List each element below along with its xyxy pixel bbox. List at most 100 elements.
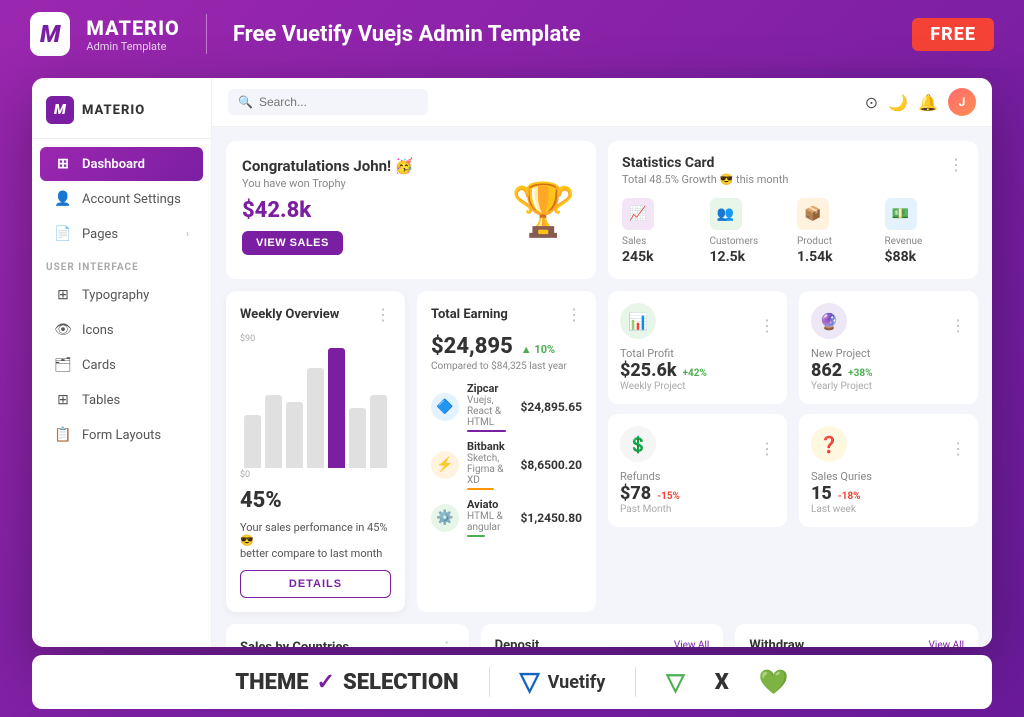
sidebar-item-typography[interactable]: ⊞ Typography: [40, 278, 203, 312]
profit-change: +42%: [683, 368, 707, 379]
stat-product: 📦 Product 1.54k: [797, 198, 877, 265]
new-project-change: +38%: [848, 368, 872, 379]
sales-countries-more-icon[interactable]: ⋮: [439, 638, 455, 647]
trophy-icon: 🏆: [511, 180, 576, 241]
pages-icon: 📄: [54, 226, 72, 242]
avatar[interactable]: J: [948, 88, 976, 116]
new-project-gem-icon: 🔮: [819, 312, 839, 331]
mini-card-header-4: ❓ ⋮: [811, 426, 966, 470]
sidebar-item-dashboard[interactable]: ⊞ Dashboard: [40, 147, 203, 181]
weekly-percentage: 45%: [240, 488, 282, 513]
product-value: 1.54k: [797, 249, 877, 265]
profit-value: $25.6k: [620, 360, 677, 381]
weekly-chart: [240, 348, 391, 468]
footer-nuxt: 💚: [759, 668, 789, 696]
new-project-sub: Yearly Project: [811, 381, 966, 392]
weekly-title: Weekly Overview: [240, 307, 339, 322]
search-input[interactable]: [259, 95, 418, 109]
congrats-card: Congratulations John! 🥳 You have won Tro…: [226, 141, 596, 279]
zipcar-bar: [467, 430, 506, 432]
view-sales-button[interactable]: VIEW SALES: [242, 231, 343, 255]
sidebar-tables-label: Tables: [82, 393, 120, 408]
aviato-name: Aviato: [467, 498, 512, 511]
congrats-title: Congratulations John! 🥳: [242, 157, 580, 175]
main-content: 🔍 ⊙ 🌙 🔔 J Congratulations John! 🥳 You ha…: [212, 78, 992, 647]
sidebar-item-account-settings[interactable]: 👤 Account Settings: [40, 182, 203, 216]
weekly-more-icon[interactable]: ⋮: [375, 305, 391, 324]
footer-divider-1: [489, 667, 490, 697]
sidebar-item-pages[interactable]: 📄 Pages ›: [40, 217, 203, 251]
tables-icon: ⊞: [54, 392, 72, 408]
bitbank-icon: ⚡: [431, 451, 459, 479]
statistics-card: Statistics Card Total 48.5% Growth 😎 thi…: [608, 141, 978, 279]
brand-subtitle: Admin Template: [86, 40, 179, 53]
footer-themeselection: THEME ✓ SELECTION: [235, 670, 458, 695]
deposit-view-all[interactable]: View All: [674, 640, 709, 647]
sidebar-item-icons[interactable]: 👁 Icons: [40, 313, 203, 347]
refunds-dollar-icon: 💲: [628, 435, 648, 454]
earning-more-icon[interactable]: ⋮: [566, 305, 582, 324]
weekly-overview-card: Weekly Overview ⋮ $90 $0: [226, 291, 405, 612]
withdraw-title: Withdraw: [749, 638, 804, 647]
search-box[interactable]: 🔍: [228, 89, 428, 115]
github-icon[interactable]: ⊙: [865, 93, 878, 112]
sidebar-cards-label: Cards: [82, 358, 116, 373]
stats-grid: 📈 Sales 245k 👥 Customers 12.5k: [622, 198, 964, 265]
sales-value: 245k: [622, 249, 702, 265]
product-icon-box: 📦: [797, 198, 829, 230]
sales-queries-more-icon[interactable]: ⋮: [950, 439, 966, 458]
bell-icon[interactable]: 🔔: [918, 93, 938, 112]
sales-queries-question-icon: ❓: [819, 435, 839, 454]
zipcar-icon: 🔷: [431, 393, 459, 421]
refunds-label: Refunds: [620, 470, 775, 483]
sidebar-item-tables[interactable]: ⊞ Tables: [40, 383, 203, 417]
sales-queries-value: 15: [811, 483, 832, 504]
sidebar-item-form-layouts[interactable]: 📋 Form Layouts: [40, 418, 203, 452]
footer-logos: THEME ✓ SELECTION ▽ Vuetify ▽ X 💚: [32, 655, 992, 709]
withdraw-header: Withdraw View All: [749, 638, 964, 647]
moon-icon[interactable]: 🌙: [888, 93, 908, 112]
cards-icon: 🗂: [54, 357, 72, 373]
sales-icon-box: 📈: [622, 198, 654, 230]
mini-card-new-project: 🔮 ⋮ New Project 862 +38% Yearly Project: [799, 291, 978, 404]
aviato-info: Aviato HTML & angular: [467, 498, 512, 537]
bar-mon: [244, 415, 261, 468]
new-project-value-row: 862 +38%: [811, 360, 966, 381]
sidebar-item-cards[interactable]: 🗂 Cards: [40, 348, 203, 382]
stats-subtitle: Total 48.5% Growth 😎 this month: [622, 173, 788, 186]
stat-customers: 👥 Customers 12.5k: [710, 198, 790, 265]
pages-arrow-icon: ›: [186, 229, 189, 240]
stat-sales: 📈 Sales 245k: [622, 198, 702, 265]
bar-fri: [328, 348, 345, 468]
form-icon: 📋: [54, 427, 72, 443]
profit-chart-icon: 📊: [628, 312, 648, 331]
withdraw-view-all[interactable]: View All: [929, 640, 964, 647]
selection-text: SELECTION: [343, 670, 459, 695]
sidebar-form-label: Form Layouts: [82, 428, 161, 443]
stats-header-left: Statistics Card Total 48.5% Growth 😎 thi…: [622, 155, 788, 186]
earning-title: Total Earning: [431, 307, 508, 322]
weekly-y-label-90: $90: [240, 334, 391, 344]
bottom-row: Sales by Countries ⋮ US Deposit View Al: [226, 624, 978, 647]
stats-more-icon[interactable]: ⋮: [948, 155, 964, 174]
sales-queries-value-row: 15 -18%: [811, 483, 966, 504]
new-project-more-icon[interactable]: ⋮: [950, 316, 966, 335]
topbar: 🔍 ⊙ 🌙 🔔 J: [212, 78, 992, 127]
refunds-value: $78: [620, 483, 651, 504]
brand-text: MATERIO Admin Template: [86, 16, 179, 53]
earning-list: 🔷 Zipcar Vuejs, React & HTML $24,895.65 …: [431, 382, 582, 537]
banner-title: Free Vuetify Vuejs Admin Template: [233, 22, 896, 47]
brand-name: MATERIO: [86, 16, 179, 40]
footer-x: X: [715, 670, 729, 695]
typography-icon: ⊞: [54, 287, 72, 303]
sales-icon: 📈: [629, 206, 646, 222]
details-button[interactable]: DETAILS: [240, 570, 391, 598]
total-earning-card: Total Earning ⋮ $24,895 ▲ 10% Compared t…: [417, 291, 596, 612]
refunds-more-icon[interactable]: ⋮: [759, 439, 775, 458]
top-row: Congratulations John! 🥳 You have won Tro…: [226, 141, 978, 279]
profit-more-icon[interactable]: ⋮: [759, 316, 775, 335]
weekly-header: Weekly Overview ⋮: [240, 305, 391, 324]
footer-vuetify: ▽ Vuetify: [520, 667, 606, 697]
revenue-icon-box: 💵: [885, 198, 917, 230]
aviato-value: $1,2450.80: [520, 511, 582, 525]
